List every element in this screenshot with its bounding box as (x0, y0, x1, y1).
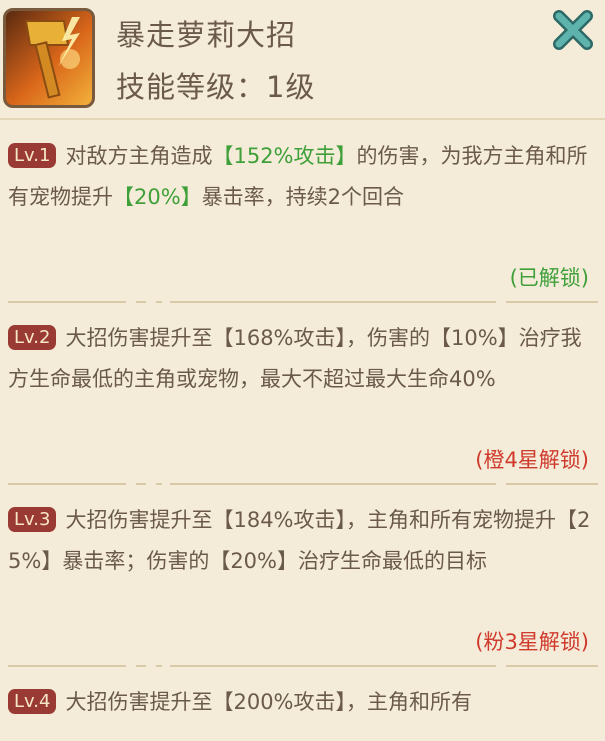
divider-3 (8, 661, 598, 671)
close-icon[interactable] (553, 10, 593, 50)
entry-1-text-c: 暴击率，持续2个回合 (201, 185, 405, 209)
entry-1-description: Lv.1 对敌方主角造成【152%攻击】的伤害，为我方主角和所有宠物提升【20%】… (8, 136, 598, 218)
skill-header: 暴走萝莉大招 技能等级：1级 (0, 0, 605, 118)
entry-3-description: Lv.3 大招伤害提升至【184%攻击】，主角和所有宠物提升【25%】暴击率；伤害… (8, 500, 598, 582)
entry-3-status: (粉3星解锁) (475, 630, 589, 654)
skill-level-entry-4: Lv.4 大招伤害提升至【200%攻击】，主角和所有 (8, 682, 598, 723)
entry-2-text: 大招伤害提升至【168%攻击】，伤害的【10%】治疗我方生命最低的主角或宠物，最… (8, 326, 582, 391)
entry-4-description: Lv.4 大招伤害提升至【200%攻击】，主角和所有 (8, 682, 598, 723)
entry-4-text: 大招伤害提升至【200%攻击】，主角和所有 (65, 690, 473, 714)
level-badge-4: Lv.4 (8, 689, 57, 714)
divider-1 (8, 297, 598, 307)
entry-2-description: Lv.2 大招伤害提升至【168%攻击】，伤害的【10%】治疗我方生命最低的主角或… (8, 318, 598, 400)
level-badge-1: Lv.1 (8, 143, 57, 168)
entry-1-status: (已解锁) (509, 266, 589, 290)
skill-level-entry-2: Lv.2 大招伤害提升至【168%攻击】，伤害的【10%】治疗我方生命最低的主角或… (8, 318, 598, 400)
hammer-icon (3, 8, 95, 108)
level-badge-2: Lv.2 (8, 325, 57, 350)
skill-title: 暴走萝莉大招 (116, 18, 297, 52)
level-badge-3: Lv.3 (8, 507, 57, 532)
skill-level-entry-3: Lv.3 大招伤害提升至【184%攻击】，主角和所有宠物提升【25%】暴击率；伤害… (8, 500, 598, 582)
skill-level-entry-1: Lv.1 对敌方主角造成【152%攻击】的伤害，为我方主角和所有宠物提升【20%】… (8, 136, 598, 218)
entry-1-text-a: 对敌方主角造成 (65, 144, 213, 168)
entry-1-attack-value: 【152%攻击】 (212, 144, 357, 168)
header-divider (0, 118, 605, 120)
entry-3-text: 大招伤害提升至【184%攻击】，主角和所有宠物提升【25%】暴击率；伤害的【20… (8, 508, 591, 573)
entry-2-status: (橙4星解锁) (475, 448, 589, 472)
divider-2 (8, 479, 598, 489)
skill-level: 技能等级：1级 (116, 70, 316, 104)
entry-1-crit-value: 【20%】 (113, 185, 202, 209)
